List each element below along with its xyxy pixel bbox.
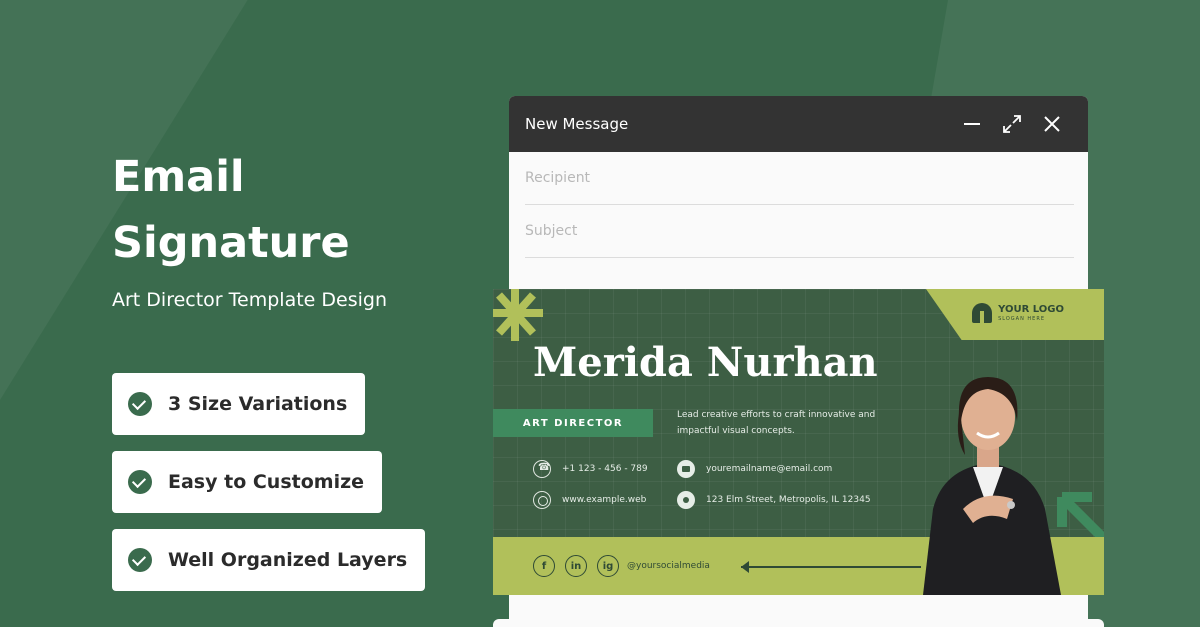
feature-item: Easy to Customize: [112, 451, 383, 513]
feature-label: 3 Size Variations: [168, 393, 348, 415]
contact-phone: +1 123 - 456 - 789: [533, 460, 648, 478]
email-link[interactable]: youremailname@email.com: [706, 464, 832, 474]
globe-icon: [533, 491, 551, 509]
signature-name: Merida Nurhan: [533, 339, 878, 386]
headline-line-1: Email: [112, 152, 245, 202]
instagram-icon[interactable]: ig: [597, 555, 619, 577]
feature-list: 3 Size Variations Easy to Customize Well…: [112, 373, 426, 607]
mail-icon: [677, 460, 695, 478]
signature-bio: Lead creative efforts to craft innovativ…: [677, 410, 876, 436]
compose-title: New Message: [525, 115, 629, 133]
linkedin-icon[interactable]: in: [565, 555, 587, 577]
location-pin-icon: [677, 491, 695, 509]
check-icon: [128, 548, 152, 572]
arrow-left-icon: [741, 561, 749, 573]
recipient-field: [525, 152, 1074, 205]
logo-slogan: SLOGAN HERE: [998, 315, 1045, 322]
logo-icon: [972, 303, 993, 323]
headline-line-2: Signature: [112, 218, 350, 268]
subject-input[interactable]: [525, 223, 1074, 239]
close-icon[interactable]: [1032, 108, 1072, 140]
minimize-icon[interactable]: [952, 108, 992, 140]
social-handle[interactable]: @yoursocialmedia: [627, 561, 710, 571]
address-text: 123 Elm Street, Metropolis, IL 12345: [706, 495, 871, 505]
feature-item: Well Organized Layers: [112, 529, 426, 591]
company-logo: YOUR LOGO SLOGAN HERE: [972, 303, 1064, 323]
check-icon: [128, 392, 152, 416]
promo-subtitle: Art Director Template Design: [112, 289, 387, 311]
phone-text: +1 123 - 456 - 789: [562, 464, 648, 474]
signature-role: ART DIRECTOR: [493, 409, 653, 437]
contact-address: 123 Elm Street, Metropolis, IL 12345: [677, 491, 871, 509]
next-card-edge: [493, 619, 1104, 627]
phone-icon: [533, 460, 551, 478]
recipient-input[interactable]: [525, 170, 1074, 186]
promo-headline: Email Signature: [112, 144, 350, 276]
feature-label: Well Organized Layers: [168, 549, 408, 571]
portrait-photo: [923, 377, 1061, 595]
subject-field: [525, 205, 1074, 258]
email-signature-card: YOUR LOGO SLOGAN HERE Merida Nurhan ART …: [493, 289, 1104, 595]
compose-titlebar: New Message: [509, 96, 1088, 152]
website-link[interactable]: www.example.web: [562, 495, 646, 505]
logo-text: YOUR LOGO: [998, 303, 1064, 315]
contact-email: youremailname@email.com: [677, 460, 832, 478]
arrow-line: [741, 566, 921, 568]
feature-label: Easy to Customize: [168, 471, 365, 493]
expand-icon[interactable]: [992, 108, 1032, 140]
check-icon: [128, 470, 152, 494]
contact-website: www.example.web: [533, 491, 646, 509]
asterisk-icon: [493, 289, 543, 341]
facebook-icon[interactable]: f: [533, 555, 555, 577]
social-links: f in ig @yoursocialmedia: [533, 555, 710, 577]
feature-item: 3 Size Variations: [112, 373, 366, 435]
